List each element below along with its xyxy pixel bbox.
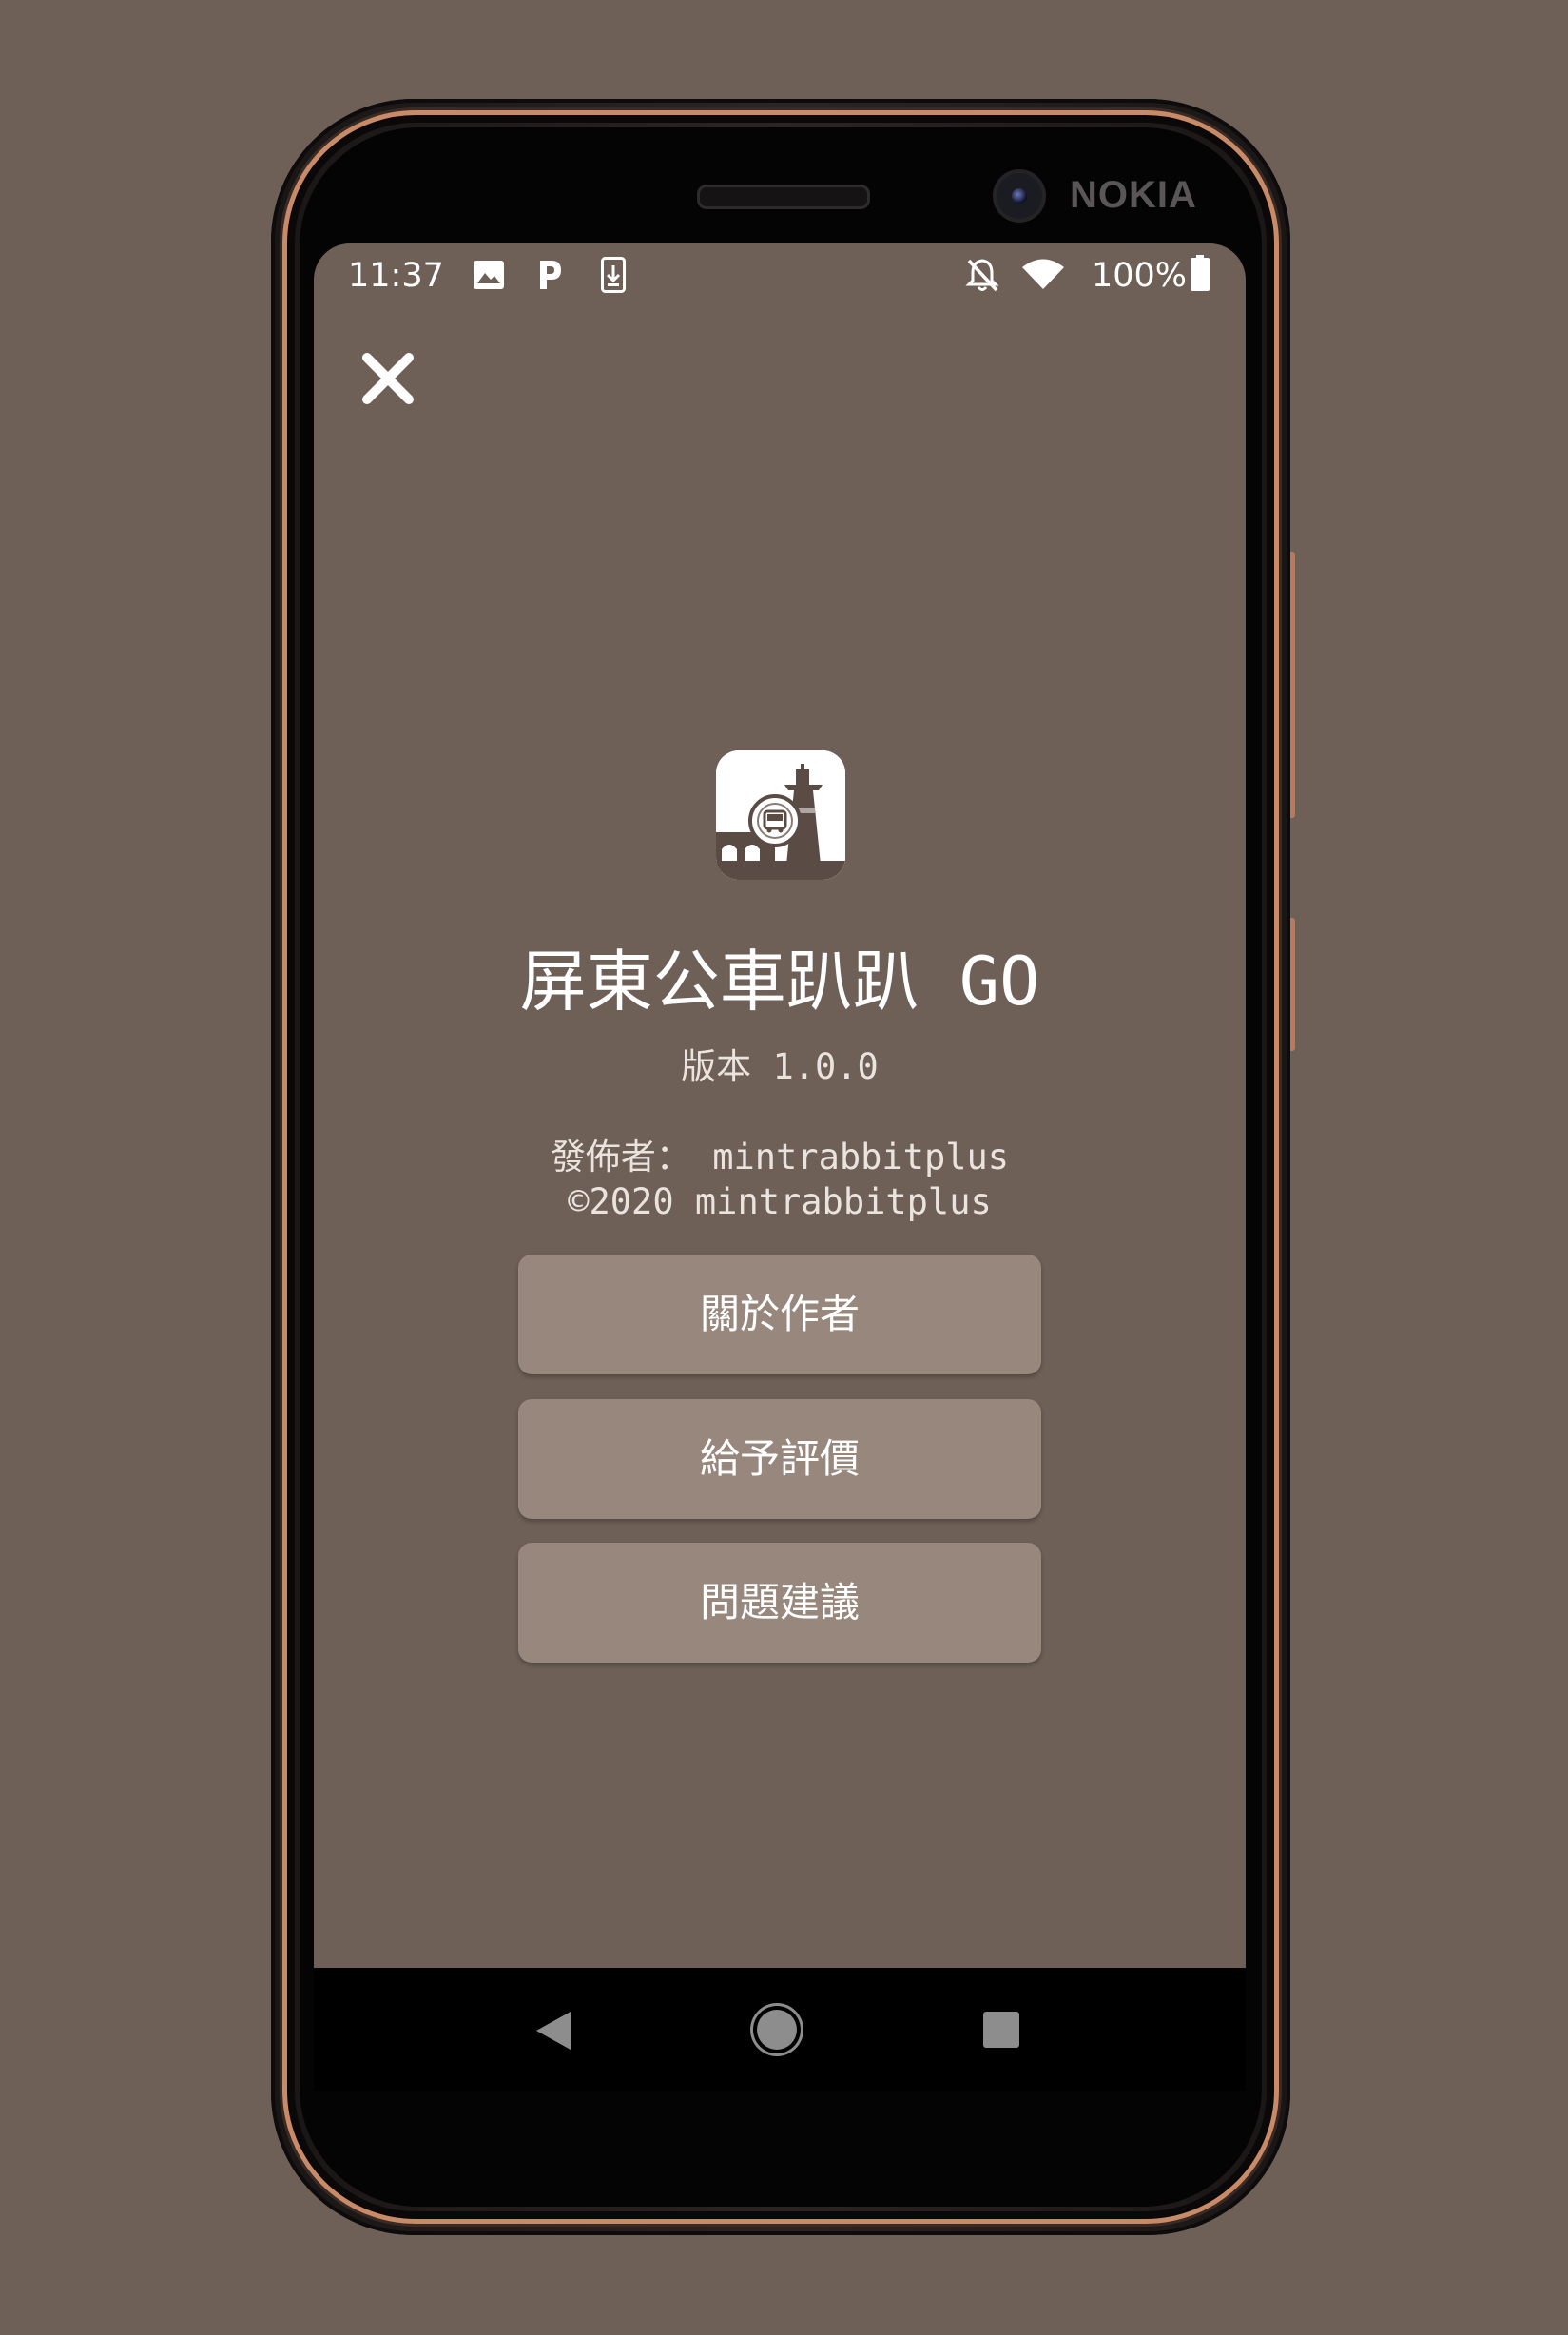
screen: 11:37 100% 屏東公車趴趴 GO 版本 1.0.0 發佈者： mintr…	[314, 243, 1246, 2091]
front-camera	[997, 173, 1042, 219]
wifi-icon	[1022, 259, 1064, 289]
download-icon	[601, 257, 626, 293]
recent-apps-icon[interactable]	[983, 2012, 1019, 2048]
feedback-button[interactable]: 問題建議	[518, 1543, 1041, 1663]
publisher: 發佈者： mintrabbitplus	[550, 1137, 1010, 1177]
brand-logo: NOKIA	[1070, 174, 1197, 216]
navigation-bar	[314, 1968, 1246, 2091]
rate-app-button[interactable]: 給予評價	[518, 1399, 1041, 1519]
notifications-off-icon	[965, 259, 999, 292]
close-button[interactable]	[354, 344, 422, 413]
battery-full-icon	[1191, 255, 1210, 291]
lighthouse-bus-logo-icon	[716, 750, 845, 880]
about-author-button[interactable]: 關於作者	[518, 1255, 1041, 1374]
image-icon	[474, 261, 504, 289]
battery-percentage: 100%	[1092, 257, 1188, 295]
home-icon[interactable]	[757, 2010, 797, 2050]
copyright: ©2020 mintrabbitplus	[568, 1181, 992, 1222]
app-version: 版本 1.0.0	[681, 1046, 879, 1087]
parking-app-icon	[540, 261, 561, 289]
app-name: 屏東公車趴趴 GO	[519, 943, 1040, 1021]
status-time: 11:37	[348, 257, 444, 295]
earpiece-speaker	[697, 185, 870, 209]
status-bar: 11:37 100%	[314, 243, 1246, 304]
app-logo	[716, 750, 845, 880]
back-icon[interactable]	[532, 2010, 572, 2052]
